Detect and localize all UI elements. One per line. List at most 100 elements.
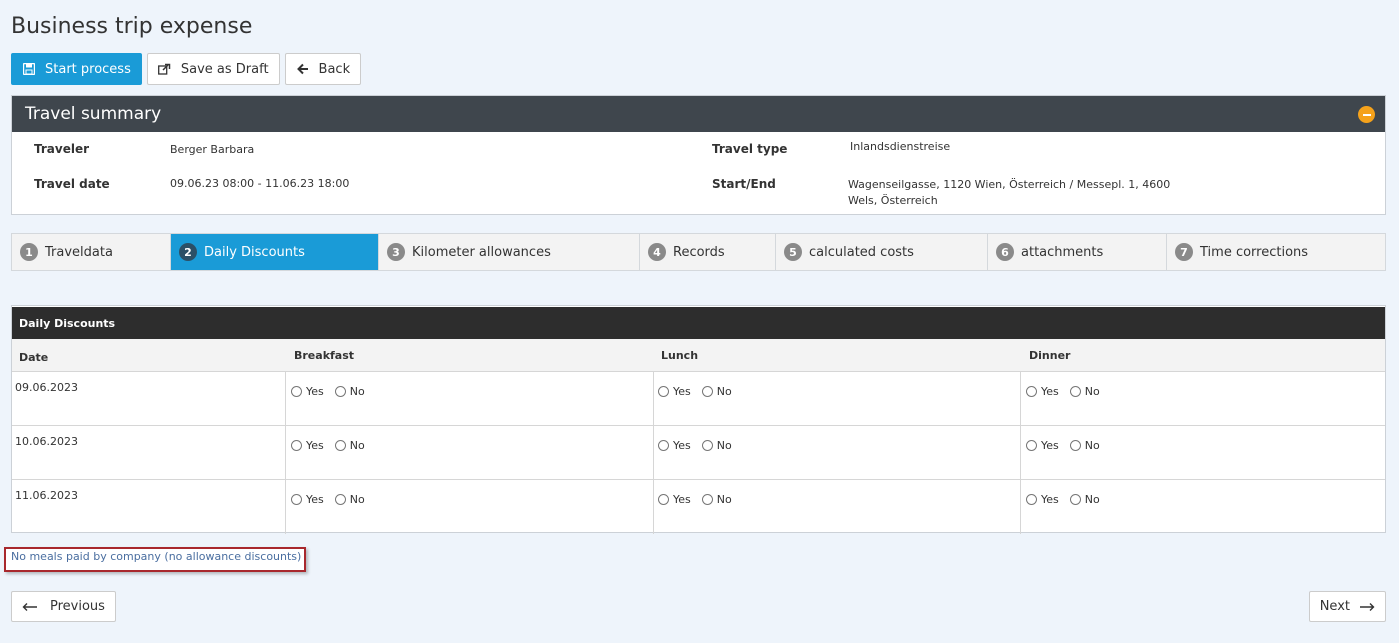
radio-label: Yes — [306, 493, 324, 506]
traveler-label: Traveler — [34, 142, 90, 156]
previous-label: Previous — [50, 599, 105, 614]
row-date: 09.06.2023 — [15, 381, 78, 394]
save-draft-button[interactable]: Save as Draft — [146, 53, 280, 85]
lunch-choice: Yes No — [658, 439, 743, 452]
tab-label: Daily Discounts — [204, 244, 305, 260]
column-date: Date — [19, 351, 49, 364]
arrow-right-icon — [1359, 600, 1375, 614]
table-row: 11.06.2023 Yes No Yes No Yes No — [12, 480, 1385, 534]
breakfast-no-radio[interactable] — [334, 386, 346, 397]
step-number: 6 — [996, 243, 1014, 261]
save-draft-label: Save as Draft — [180, 61, 269, 77]
travel-date-label: Travel date — [34, 177, 110, 191]
row-date: 10.06.2023 — [15, 435, 78, 448]
share-icon — [158, 62, 172, 76]
radio-label: No — [349, 439, 365, 452]
lunch-yes-radio[interactable] — [658, 386, 669, 397]
breakfast-choice: Yes No — [291, 439, 376, 452]
dinner-choice: Yes No — [1026, 493, 1111, 506]
column-breakfast: Breakfast — [294, 349, 355, 362]
travel-type-value: Inlandsdienstreise — [850, 140, 951, 153]
travel-summary-header: Travel summary — [12, 96, 1385, 132]
step-number: 3 — [387, 243, 405, 261]
start-end-value-line2: Wels, Österreich — [848, 194, 938, 207]
tab-label: Kilometer allowances — [412, 244, 551, 260]
radio-label: No — [1084, 385, 1100, 398]
collapse-icon[interactable] — [1358, 106, 1375, 123]
start-process-label: Start process — [45, 61, 131, 77]
table-row: 10.06.2023 Yes No Yes No Yes No — [12, 426, 1385, 480]
radio-label: No — [1084, 493, 1100, 506]
lunch-choice: Yes No — [658, 385, 743, 398]
lunch-choice: Yes No — [658, 493, 743, 506]
tab-label: Traveldata — [45, 244, 113, 260]
start-end-value-line1: Wagenseilgasse, 1120 Wien, Österreich / … — [848, 178, 1171, 191]
radio-label: Yes — [1041, 493, 1059, 506]
lunch-no-radio[interactable] — [701, 386, 713, 397]
radio-label: Yes — [306, 439, 324, 452]
daily-discounts-title: Daily Discounts — [12, 307, 1385, 339]
lunch-yes-radio[interactable] — [658, 494, 669, 505]
tab-records[interactable]: 4 Records — [640, 234, 776, 270]
no-meals-link[interactable]: No meals paid by company (no allowance d… — [4, 547, 306, 572]
tab-label: attachments — [1021, 244, 1104, 260]
tab-label: calculated costs — [809, 244, 914, 260]
traveler-value: Berger Barbara — [170, 143, 255, 156]
radio-label: No — [349, 493, 365, 506]
previous-button[interactable]: Previous — [11, 591, 116, 622]
breakfast-choice: Yes No — [291, 385, 376, 398]
step-number: 2 — [179, 243, 197, 261]
breakfast-no-radio[interactable] — [334, 440, 346, 451]
toolbar: Start process Save as Draft Back — [11, 53, 362, 85]
dinner-yes-radio[interactable] — [1026, 440, 1037, 451]
tab-attachments[interactable]: 6 attachments — [988, 234, 1167, 270]
dinner-no-radio[interactable] — [1069, 440, 1081, 451]
radio-label: Yes — [673, 439, 691, 452]
breakfast-yes-radio[interactable] — [291, 440, 302, 451]
lunch-no-radio[interactable] — [701, 494, 713, 505]
tab-traveldata[interactable]: 1 Traveldata — [12, 234, 171, 270]
step-number: 7 — [1175, 243, 1193, 261]
step-number: 1 — [20, 243, 38, 261]
dinner-yes-radio[interactable] — [1026, 494, 1037, 505]
radio-label: No — [716, 439, 732, 452]
travel-date-value: 09.06.23 08:00 - 11.06.23 18:00 — [170, 177, 350, 190]
breakfast-yes-radio[interactable] — [291, 494, 302, 505]
radio-label: No — [716, 385, 732, 398]
travel-type-label: Travel type — [712, 142, 788, 156]
dinner-no-radio[interactable] — [1069, 494, 1081, 505]
radio-label: Yes — [1041, 385, 1059, 398]
step-number: 5 — [784, 243, 802, 261]
tab-time-corrections[interactable]: 7 Time corrections — [1167, 234, 1385, 270]
daily-discounts-table: Daily Discounts Date Breakfast Lunch Din… — [11, 305, 1386, 534]
breakfast-yes-radio[interactable] — [291, 386, 302, 397]
row-date: 11.06.2023 — [15, 489, 78, 502]
table-header-row: Date Breakfast Lunch Dinner — [12, 339, 1385, 372]
wizard-tabs: 1 Traveldata 2 Daily Discounts 3 Kilomet… — [11, 233, 1386, 271]
radio-label: No — [349, 385, 365, 398]
column-lunch: Lunch — [661, 349, 699, 362]
radio-label: No — [1084, 439, 1100, 452]
next-label: Next — [1319, 599, 1350, 614]
table-row: 09.06.2023 Yes No Yes No Yes No — [12, 372, 1385, 426]
dinner-choice: Yes No — [1026, 385, 1111, 398]
start-process-button[interactable]: Start process — [11, 53, 142, 85]
tab-kilometer-allowances[interactable]: 3 Kilometer allowances — [379, 234, 640, 270]
save-icon — [22, 62, 36, 76]
radio-label: No — [716, 493, 732, 506]
breakfast-no-radio[interactable] — [334, 494, 346, 505]
tab-calculated-costs[interactable]: 5 calculated costs — [776, 234, 988, 270]
lunch-no-radio[interactable] — [701, 440, 713, 451]
next-button[interactable]: Next — [1308, 591, 1386, 622]
column-dinner: Dinner — [1029, 349, 1071, 362]
tab-label: Time corrections — [1200, 244, 1309, 260]
back-button[interactable]: Back — [284, 53, 362, 85]
radio-label: Yes — [673, 493, 691, 506]
lunch-yes-radio[interactable] — [658, 440, 669, 451]
travel-summary-title: Travel summary — [25, 104, 162, 124]
dinner-yes-radio[interactable] — [1026, 386, 1037, 397]
dinner-no-radio[interactable] — [1069, 386, 1081, 397]
arrow-left-icon — [22, 600, 38, 614]
arrow-left-icon — [296, 62, 310, 76]
tab-daily-discounts[interactable]: 2 Daily Discounts — [171, 234, 379, 270]
